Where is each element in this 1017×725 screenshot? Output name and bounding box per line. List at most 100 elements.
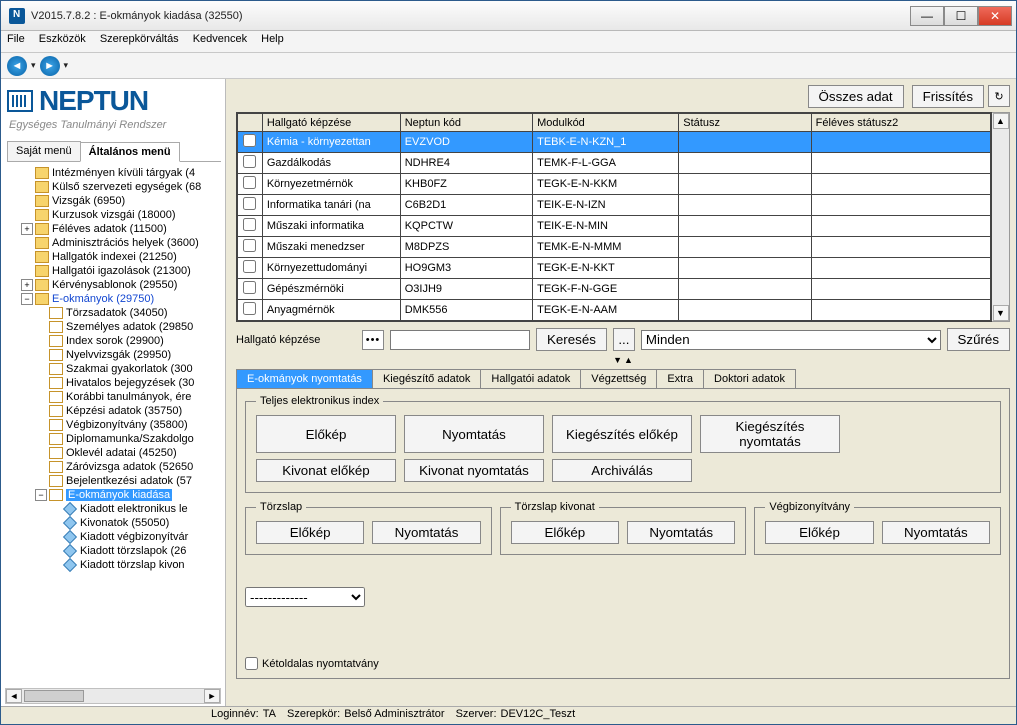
col-header[interactable]: Neptun kód	[400, 114, 532, 132]
row-checkbox[interactable]	[243, 281, 256, 294]
menu-roleswitch[interactable]: Szerepkörváltás	[100, 33, 179, 50]
extract-preview-button[interactable]: Kivonat előkép	[256, 459, 396, 482]
row-checkbox[interactable]	[243, 197, 256, 210]
menu-file[interactable]: File	[7, 33, 25, 50]
row-checkbox[interactable]	[243, 218, 256, 231]
tree-item[interactable]: Törzsadatok (34050)	[7, 306, 221, 320]
data-grid[interactable]: Hallgató képzése Neptun kód Modulkód Stá…	[236, 112, 992, 322]
tree-item[interactable]: Hivatalos bejegyzések (30	[7, 376, 221, 390]
tree-item[interactable]: Oklevél adatai (45250)	[7, 446, 221, 460]
tree-item[interactable]: Kurzusok vizsgái (18000)	[7, 208, 221, 222]
table-row[interactable]: GazdálkodásNDHRE4TEMK-F-L-GGA	[238, 153, 991, 174]
tree-item[interactable]: Korábbi tanulmányok, ére	[7, 390, 221, 404]
nav-back-dropdown[interactable]: ▾	[31, 60, 36, 71]
mask-button[interactable]: •••	[362, 330, 384, 350]
tree-item[interactable]: Személyes adatok (29850	[7, 320, 221, 334]
tree-item[interactable]: +Kérvénysablonok (29550)	[7, 278, 221, 292]
scroll-up-icon[interactable]: ▲	[993, 113, 1009, 129]
maximize-button[interactable]: ☐	[944, 6, 978, 26]
tab-general-menu[interactable]: Általános menü	[80, 142, 180, 162]
table-row[interactable]: Kémia - környezettanEVZVODTEBK-E-N-KZN_1	[238, 132, 991, 153]
preview-button[interactable]: Előkép	[256, 415, 396, 453]
close-button[interactable]: ✕	[978, 6, 1012, 26]
tab-degree[interactable]: Végzettség	[580, 369, 657, 388]
tree-item[interactable]: Hallgatók indexei (21250)	[7, 250, 221, 264]
extract-print-button[interactable]: Kivonat nyomtatás	[404, 459, 544, 482]
all-data-button[interactable]: Összes adat	[808, 85, 904, 108]
settings-button[interactable]: ↻	[988, 85, 1010, 107]
minimize-button[interactable]: —	[910, 6, 944, 26]
tab-supp[interactable]: Kiegészítő adatok	[372, 369, 481, 388]
table-row[interactable]: Informatika tanári (naC6B2D1TEIK-E-N-IZN	[238, 195, 991, 216]
print-button[interactable]: Nyomtatás	[627, 521, 735, 544]
menu-favorites[interactable]: Kedvencek	[193, 33, 247, 50]
supp-print-button[interactable]: Kiegészítés nyomtatás	[700, 415, 840, 453]
tab-print[interactable]: E-okmányok nyomtatás	[236, 369, 373, 388]
print-button[interactable]: Nyomtatás	[882, 521, 990, 544]
table-row[interactable]: GépészmérnökiO3IJH9TEGK-F-N-GGE	[238, 279, 991, 300]
tree-item[interactable]: Hallgatói igazolások (21300)	[7, 264, 221, 278]
table-row[interactable]: AnyagmérnökDMK556TEGK-E-N-AAM	[238, 300, 991, 321]
row-checkbox[interactable]	[243, 260, 256, 273]
tree-item[interactable]: Diplomamunka/Szakdolgo	[7, 432, 221, 446]
scroll-down-icon[interactable]: ▼	[993, 305, 1009, 321]
template-select[interactable]: -------------	[245, 587, 365, 607]
tree-item[interactable]: Kiadott elektronikus le	[7, 502, 221, 516]
tree-item[interactable]: +Féléves adatok (11500)	[7, 222, 221, 236]
tree-item[interactable]: Képzési adatok (35750)	[7, 404, 221, 418]
tab-doctoral[interactable]: Doktori adatok	[703, 369, 796, 388]
tree-item[interactable]: Kiadott végbizonyítvár	[7, 530, 221, 544]
row-checkbox[interactable]	[243, 134, 256, 147]
tree-item[interactable]: Adminisztrációs helyek (3600)	[7, 236, 221, 250]
table-row[interactable]: Műszaki informatikaKQPCTWTEIK-E-N-MIN	[238, 216, 991, 237]
tree-item[interactable]: −E-okmányok (29750)	[7, 292, 221, 306]
preview-button[interactable]: Előkép	[256, 521, 364, 544]
search-input[interactable]	[390, 330, 530, 350]
nav-forward-dropdown[interactable]: ▾	[64, 60, 69, 71]
col-header[interactable]: Modulkód	[533, 114, 679, 132]
grid-v-scrollbar[interactable]: ▲ ▼	[992, 112, 1010, 322]
nav-forward-button[interactable]: ►	[40, 56, 60, 76]
tree-item[interactable]: Kiadott törzslap kivon	[7, 558, 221, 572]
tab-own-menu[interactable]: Saját menü	[7, 141, 81, 161]
splitter-handle[interactable]: ▼▲	[236, 355, 1010, 365]
table-row[interactable]: Műszaki menedzserM8DPZSTEMK-E-N-MMM	[238, 237, 991, 258]
table-row[interactable]: KörnyezetmérnökKHB0FZTEGK-E-N-KKM	[238, 174, 991, 195]
tree-item[interactable]: Nyelvvizsgák (29950)	[7, 348, 221, 362]
scroll-right-icon[interactable]: ►	[204, 689, 220, 703]
scroll-thumb[interactable]	[24, 690, 84, 702]
scroll-left-icon[interactable]: ◄	[6, 689, 22, 703]
col-header[interactable]: Féléves státusz2	[811, 114, 990, 132]
search-button[interactable]: Keresés	[536, 328, 607, 351]
tree-item[interactable]: Index sorok (29900)	[7, 334, 221, 348]
nav-back-button[interactable]: ◄	[7, 56, 27, 76]
print-button[interactable]: Nyomtatás	[372, 521, 480, 544]
tab-student[interactable]: Hallgatói adatok	[480, 369, 581, 388]
refresh-button[interactable]: Frissítés	[912, 85, 984, 108]
tree-item[interactable]: Külső szervezeti egységek (68	[7, 180, 221, 194]
print-button[interactable]: Nyomtatás	[404, 415, 544, 453]
tree-item[interactable]: Végbizonyítvány (35800)	[7, 418, 221, 432]
duplex-checkbox[interactable]	[245, 657, 258, 670]
archive-button[interactable]: Archiválás	[552, 459, 692, 482]
browse-button[interactable]: ...	[613, 328, 635, 351]
row-checkbox[interactable]	[243, 302, 256, 315]
tree-item[interactable]: Kivonatok (55050)	[7, 516, 221, 530]
col-header[interactable]: Státusz	[679, 114, 811, 132]
supp-preview-button[interactable]: Kiegészítés előkép	[552, 415, 692, 453]
col-header[interactable]: Hallgató képzése	[262, 114, 400, 132]
tree-item[interactable]: Bejelentkezési adatok (57	[7, 474, 221, 488]
row-checkbox[interactable]	[243, 176, 256, 189]
tree-item[interactable]: Intézményen kívüli tárgyak (4	[7, 166, 221, 180]
tree-h-scrollbar[interactable]: ◄ ►	[5, 688, 221, 704]
tree-item[interactable]: Szakmai gyakorlatok (300	[7, 362, 221, 376]
tree-item[interactable]: Vizsgák (6950)	[7, 194, 221, 208]
preview-button[interactable]: Előkép	[765, 521, 873, 544]
menu-tools[interactable]: Eszközök	[39, 33, 86, 50]
row-checkbox[interactable]	[243, 239, 256, 252]
table-row[interactable]: KörnyezettudományiHO9GM3TEGK-E-N-KKT	[238, 258, 991, 279]
preview-button[interactable]: Előkép	[511, 521, 619, 544]
menu-help[interactable]: Help	[261, 33, 284, 50]
tree-item[interactable]: Záróvizsga adatok (52650	[7, 460, 221, 474]
filter-button[interactable]: Szűrés	[947, 328, 1010, 351]
